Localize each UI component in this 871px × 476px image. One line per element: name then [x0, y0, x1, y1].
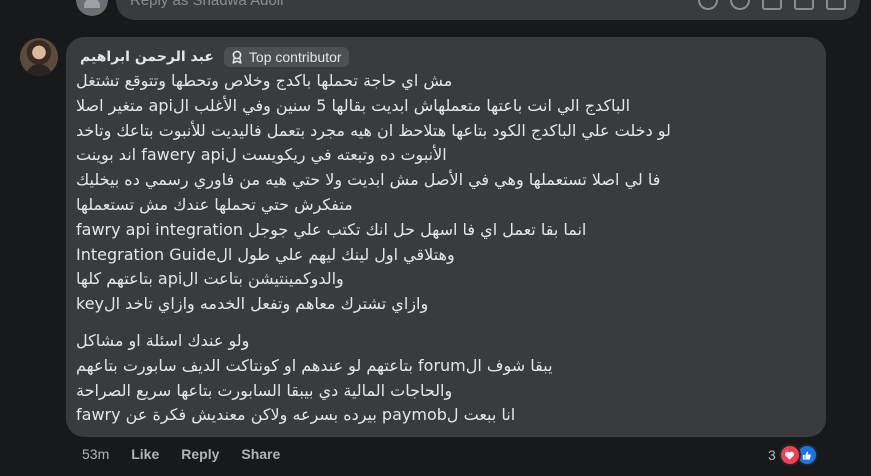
share-button[interactable]: Share [241, 446, 280, 462]
reply-button[interactable]: Reply [181, 446, 219, 462]
comment-line: لو دخلت علي الباكدج الكود بتاعها هتلاحظ … [76, 120, 671, 140]
comment-line: والدوكمينتيشن بتاعت الapi بتاعتهم كلها [76, 269, 344, 289]
like-button[interactable]: Like [131, 446, 159, 462]
comment-line: وازاي تشترك معاهم وتفعل الخدمه وازاي تاخ… [76, 294, 429, 314]
badge-label: Top contributor [248, 49, 342, 65]
comment-header: عبد الرحمن ابراهيم Top contributor [80, 44, 349, 70]
comment-line: متفكرش حتي تحملها عندك مش تستعملها [76, 194, 353, 214]
comment-line: انما بقا تعمل اي فا اسهل حل انك تكتب علي… [76, 219, 587, 239]
comment-line: الباكدج الي انت باعتها متعملهاش ابديت بق… [76, 95, 631, 115]
top-contributor-badge[interactable]: Top contributor [223, 47, 349, 67]
current-user-avatar[interactable] [76, 0, 108, 16]
avatar-sticker-icon[interactable] [698, 0, 718, 10]
reply-placeholder: Reply as Shadwa Adoli [130, 0, 284, 9]
commenter-avatar[interactable] [20, 38, 58, 76]
camera-icon[interactable] [762, 0, 782, 10]
comment-timestamp[interactable]: 53m [82, 446, 109, 462]
comment-text: مش اي حاجة تحملها باكدج وخلاص وتحطها وتت… [76, 69, 812, 428]
comment-line: ولو عندك اسئلة او مشاكل [76, 330, 250, 350]
reaction-count: 3 [768, 447, 776, 463]
love-reaction-icon [778, 444, 801, 466]
reply-input[interactable]: Reply as Shadwa Adoli [116, 0, 860, 20]
emoji-icon[interactable] [730, 0, 750, 10]
comment-bubble: عبد الرحمن ابراهيم Top contributor مش اي… [66, 37, 826, 437]
comment-author[interactable]: عبد الرحمن ابراهيم [80, 49, 214, 65]
comment-line: والحاجات المالية دي بيبقا السابورت بتاعه… [76, 380, 453, 400]
reply-toolbar [698, 0, 846, 10]
contributor-badge-icon [232, 50, 242, 64]
comment-actions: 53m Like Reply Share [82, 446, 280, 462]
gif-icon[interactable] [794, 0, 814, 10]
comment-line: يبقا شوف الforum بتاعتهم لو عندهم او كون… [76, 355, 553, 375]
reactions-summary[interactable]: 3 [768, 444, 818, 466]
comment-line: الأنبوت ده وتبعته في ريكويست لfawery api… [76, 145, 447, 165]
comment-line: فا لي اصلا تستعملها وهي في الأصل مش ابدي… [76, 170, 661, 190]
comment-line: مش اي حاجة تحملها باكدج وخلاص وتحطها وتت… [76, 71, 453, 90]
comment-line: انا ببعت لpaymob بيرده بسرعه ولاكن معندي… [76, 405, 516, 425]
comment-line: وهتلاقي اول لينك ليهم علي طول الIntegrat… [76, 244, 455, 264]
sticker-icon[interactable] [826, 0, 846, 10]
